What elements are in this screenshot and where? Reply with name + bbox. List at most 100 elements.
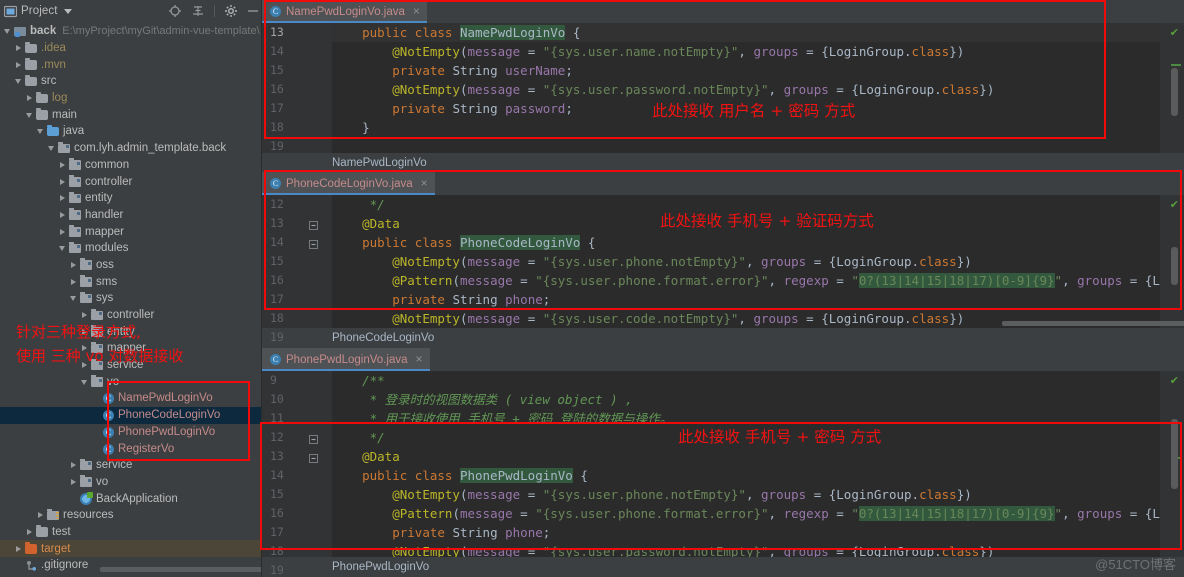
editor2-horizontal-scrollbar[interactable]	[1002, 321, 1184, 326]
tree-row-phonepwdloginvo[interactable]: C PhonePwdLoginVo	[0, 424, 261, 441]
tree-row-oss[interactable]: oss	[0, 257, 261, 274]
tree-row-com-lyh-admin-template-back[interactable]: com.lyh.admin_template.back	[0, 140, 261, 157]
close-icon[interactable]: ×	[421, 177, 428, 189]
tree-row-registervo[interactable]: C RegisterVo	[0, 440, 261, 457]
code-line[interactable]: @NotEmpty(message = "{sys.user.password.…	[332, 542, 1160, 557]
expand-arrow-icon[interactable]	[14, 44, 23, 53]
close-icon[interactable]: ×	[413, 5, 420, 17]
editor-scrollbar-3[interactable]	[1171, 419, 1178, 489]
tree-row-vo[interactable]: vo	[0, 373, 261, 390]
tree-row-main[interactable]: main	[0, 106, 261, 123]
tree-row--mvn[interactable]: .mvn	[0, 56, 261, 73]
analysis-rail-1[interactable]: ✔	[1160, 23, 1184, 153]
code-fold-icon[interactable]	[309, 238, 318, 249]
tree-row-sms[interactable]: sms	[0, 273, 261, 290]
tree-row-resources[interactable]: resources	[0, 507, 261, 524]
code-text-1[interactable]: public class NamePwdLoginVo { @NotEmpty(…	[332, 23, 1160, 153]
tree-row-vo[interactable]: vo	[0, 474, 261, 491]
code-line[interactable]: public class PhonePwdLoginVo {	[332, 466, 1160, 485]
expand-arrow-icon[interactable]	[14, 77, 23, 86]
scroll-from-source-icon[interactable]	[168, 4, 182, 18]
settings-gear-icon[interactable]	[224, 4, 238, 18]
tree-row-sys[interactable]: sys	[0, 290, 261, 307]
expand-arrow-icon[interactable]	[14, 60, 23, 69]
code-text-3[interactable]: /** * 登录时的视图数据类 ( view object ) , * 用于接收…	[332, 371, 1160, 557]
code-line[interactable]: @Data	[332, 447, 1160, 466]
editor-scrollbar-1[interactable]	[1171, 68, 1178, 116]
tree-row-log[interactable]: log	[0, 90, 261, 107]
tree-row-modules[interactable]: modules	[0, 240, 261, 257]
tree-row-root[interactable]: back E:\myProject\myGit\admin-vue-templa…	[0, 23, 261, 40]
project-horizontal-scrollbar[interactable]	[100, 566, 261, 572]
code-line[interactable]: @Pattern(message = "{sys.user.phone.form…	[332, 271, 1160, 290]
expand-arrow-icon[interactable]	[58, 177, 67, 186]
expand-arrow-icon[interactable]	[47, 144, 56, 153]
code-line[interactable]: public class PhoneCodeLoginVo {	[332, 233, 1160, 252]
breadcrumb-1[interactable]: NamePwdLoginVo	[262, 153, 1184, 172]
gutter-2[interactable]: 121314151617181920	[262, 195, 332, 363]
tree-row-backapplication[interactable]: BackApplication	[0, 490, 261, 507]
code-line[interactable]: public class NamePwdLoginVo {	[332, 23, 1160, 42]
minimize-icon[interactable]	[247, 4, 259, 18]
expand-arrow-icon[interactable]	[69, 260, 78, 269]
expand-arrow-icon[interactable]	[69, 461, 78, 470]
tree-row-common[interactable]: common	[0, 157, 261, 174]
tree-row-phonecodeloginvo[interactable]: C PhoneCodeLoginVo	[0, 406, 261, 424]
expand-arrow-icon[interactable]	[58, 160, 67, 169]
tree-row-entity[interactable]: entity	[0, 190, 261, 207]
code-fold-icon[interactable]	[309, 452, 318, 463]
expand-arrow-icon[interactable]	[14, 544, 23, 553]
expand-arrow-icon[interactable]	[25, 110, 34, 119]
expand-arrow-icon[interactable]	[25, 527, 34, 536]
expand-arrow-icon[interactable]	[58, 227, 67, 236]
code-line[interactable]: @NotEmpty(message = "{sys.user.password.…	[332, 80, 1160, 99]
tab-PhonePwdLoginVo[interactable]: C PhonePwdLoginVo.java ×	[262, 348, 430, 371]
tab-NamePwdLoginVo[interactable]: C NamePwdLoginVo.java ×	[262, 0, 427, 23]
analysis-rail-3[interactable]: ✔	[1160, 371, 1184, 557]
breadcrumb-3[interactable]: PhonePwdLoginVo	[262, 557, 1184, 576]
code-line[interactable]: private String phone;	[332, 523, 1160, 542]
code-line[interactable]: @Pattern(message = "{sys.user.phone.form…	[332, 504, 1160, 523]
code-line[interactable]: @NotEmpty(message = "{sys.user.phone.not…	[332, 252, 1160, 271]
tree-row-java[interactable]: java	[0, 123, 261, 140]
gutter-1[interactable]: 13 14 15 16 17 18 19	[262, 23, 332, 153]
expand-arrow-icon[interactable]	[36, 127, 45, 136]
code-line[interactable]: @NotEmpty(message = "{sys.user.name.notE…	[332, 42, 1160, 61]
project-title-group[interactable]: Project	[3, 5, 72, 18]
chevron-down-icon[interactable]	[63, 8, 72, 14]
tree-row-mapper[interactable]: mapper	[0, 223, 261, 240]
breadcrumb-2[interactable]: PhoneCodeLoginVo	[262, 328, 1184, 347]
expand-arrow-icon[interactable]	[80, 311, 89, 320]
project-tree[interactable]: back E:\myProject\myGit\admin-vue-templa…	[0, 22, 261, 574]
editor-scrollbar-2[interactable]	[1171, 247, 1178, 285]
code-line[interactable]: private String phone;	[332, 290, 1160, 309]
tab-PhoneCodeLoginVo[interactable]: C PhoneCodeLoginVo.java ×	[262, 172, 435, 195]
code-fold-icon[interactable]	[309, 219, 318, 230]
expand-arrow-icon[interactable]	[69, 477, 78, 486]
expand-arrow-icon[interactable]	[58, 194, 67, 203]
collapse-all-icon[interactable]	[191, 4, 205, 18]
expand-arrow-icon[interactable]	[58, 210, 67, 219]
code-line[interactable]: @NotEmpty(message = "{sys.user.phone.not…	[332, 485, 1160, 504]
gutter-3[interactable]: 91011121314151617181920	[262, 371, 332, 577]
tree-row-controller[interactable]: controller	[0, 173, 261, 190]
expand-arrow-icon[interactable]	[58, 244, 67, 253]
code-fold-icon[interactable]	[309, 433, 318, 444]
tree-row-src[interactable]: src	[0, 73, 261, 90]
code-line[interactable]: private String userName;	[332, 61, 1160, 80]
tree-row-test[interactable]: test	[0, 524, 261, 541]
tree-row-target[interactable]: target	[0, 540, 261, 557]
code-line[interactable]	[332, 137, 1160, 153]
tree-row-namepwdloginvo[interactable]: C NamePwdLoginVo	[0, 390, 261, 407]
code-line[interactable]: /**	[332, 371, 1160, 390]
tree-row--idea[interactable]: .idea	[0, 40, 261, 57]
expand-arrow-icon[interactable]	[80, 377, 89, 386]
code-line[interactable]: * 登录时的视图数据类 ( view object ) ,	[332, 390, 1160, 409]
expand-arrow-icon[interactable]	[25, 94, 34, 103]
expand-arrow-icon[interactable]	[36, 511, 45, 520]
close-icon[interactable]: ×	[416, 353, 423, 365]
tree-row-service[interactable]: service	[0, 457, 261, 474]
tree-row-handler[interactable]: handler	[0, 207, 261, 224]
analysis-rail-2[interactable]: ✔	[1160, 195, 1184, 328]
expand-arrow-icon[interactable]	[69, 294, 78, 303]
